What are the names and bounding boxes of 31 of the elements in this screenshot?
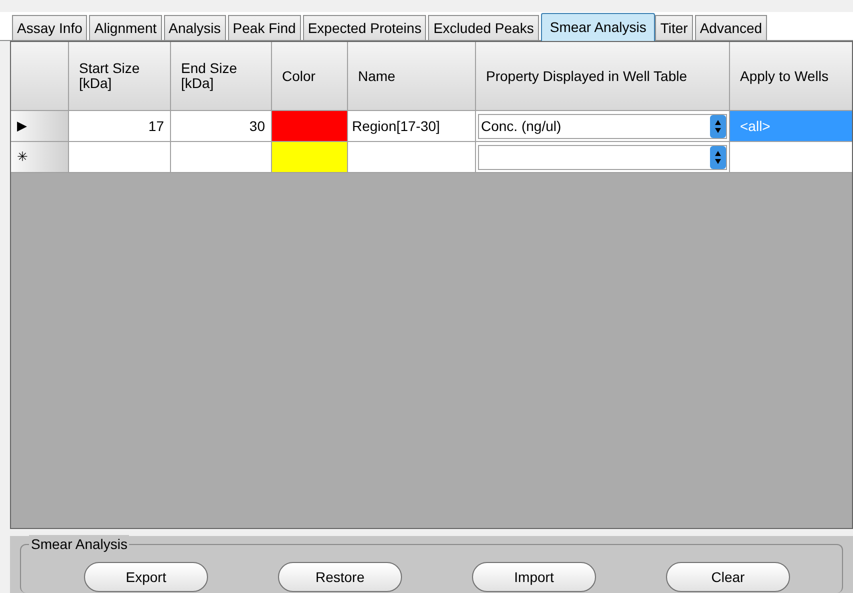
spinner-arrows-icon[interactable] xyxy=(710,146,726,168)
tab[interactable]: Excluded Peaks xyxy=(428,15,539,40)
column-header[interactable]: Start Size [kDa] xyxy=(69,42,171,110)
tab[interactable]: Assay Info xyxy=(12,15,88,40)
table-cell: Region[17-30] xyxy=(348,111,476,141)
column-header[interactable]: Name xyxy=(348,42,476,110)
tab[interactable]: Expected Proteins xyxy=(302,15,426,40)
tab[interactable]: Alignment xyxy=(89,15,162,40)
group-title: Smear Analysis xyxy=(29,535,130,553)
table-cell: 17 xyxy=(69,111,171,141)
tab[interactable]: Titer xyxy=(655,15,693,40)
action-button[interactable]: Restore xyxy=(278,562,402,592)
column-header[interactable]: Property Displayed in Well Table xyxy=(476,42,730,110)
tab[interactable]: Advanced xyxy=(694,15,768,40)
column-header[interactable]: Apply to Wells xyxy=(730,42,852,110)
column-header[interactable]: Color xyxy=(272,42,348,110)
action-button[interactable]: Export xyxy=(84,562,208,592)
spinner-arrows-icon[interactable] xyxy=(710,114,726,138)
row-header[interactable]: ▶ xyxy=(11,111,69,141)
tab[interactable]: Analysis xyxy=(164,15,226,40)
color-swatch[interactable] xyxy=(272,142,348,172)
row-header[interactable]: ✳ xyxy=(11,142,69,172)
table-cell: 30 xyxy=(171,111,272,141)
action-button[interactable]: Import xyxy=(472,562,596,592)
color-swatch[interactable] xyxy=(272,111,348,141)
table-cell: <all> xyxy=(730,111,852,141)
property-dropdown[interactable]: Conc. (ng/ul) xyxy=(478,114,727,138)
tab[interactable]: Peak Find xyxy=(228,15,301,40)
tab[interactable]: Smear Analysis xyxy=(540,13,656,41)
action-button[interactable]: Clear xyxy=(666,562,790,592)
column-header[interactable]: End Size [kDa] xyxy=(171,42,272,110)
